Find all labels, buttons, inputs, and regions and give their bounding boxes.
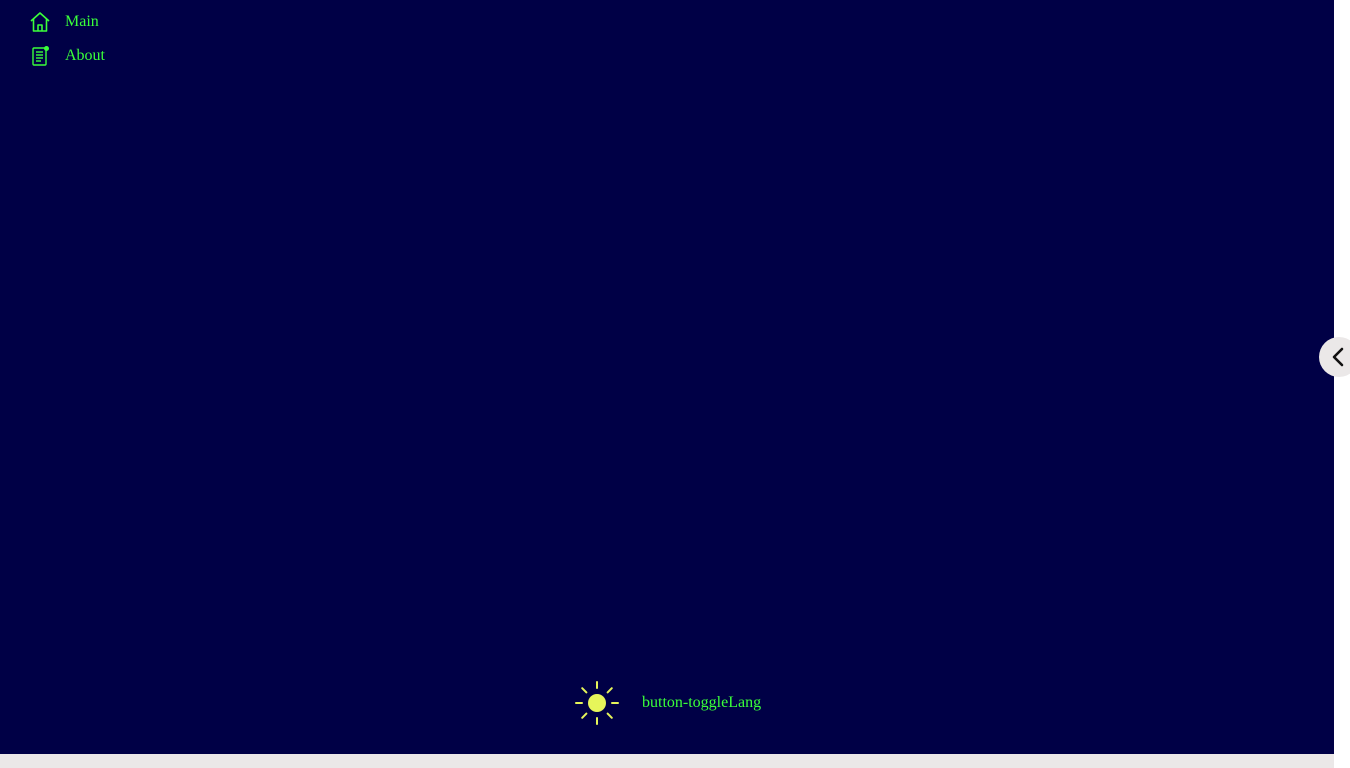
lang-toggle-button[interactable]: button-toggleLang [642, 694, 761, 712]
app-main-area: Main About button-toggleLang [0, 0, 1334, 754]
main-nav: Main About [28, 10, 105, 78]
bottom-strip [0, 754, 1334, 768]
home-icon [28, 10, 52, 34]
nav-item-label: Main [65, 13, 99, 30]
nav-item-label: About [65, 47, 105, 64]
chevron-left-icon [1332, 347, 1344, 367]
nav-item-about[interactable]: About [28, 44, 105, 68]
sun-icon [575, 681, 619, 725]
nav-item-main[interactable]: Main [28, 10, 105, 34]
footer-controls: button-toggleLang [574, 680, 761, 726]
theme-toggle-button[interactable] [574, 680, 620, 726]
document-icon [28, 44, 52, 68]
